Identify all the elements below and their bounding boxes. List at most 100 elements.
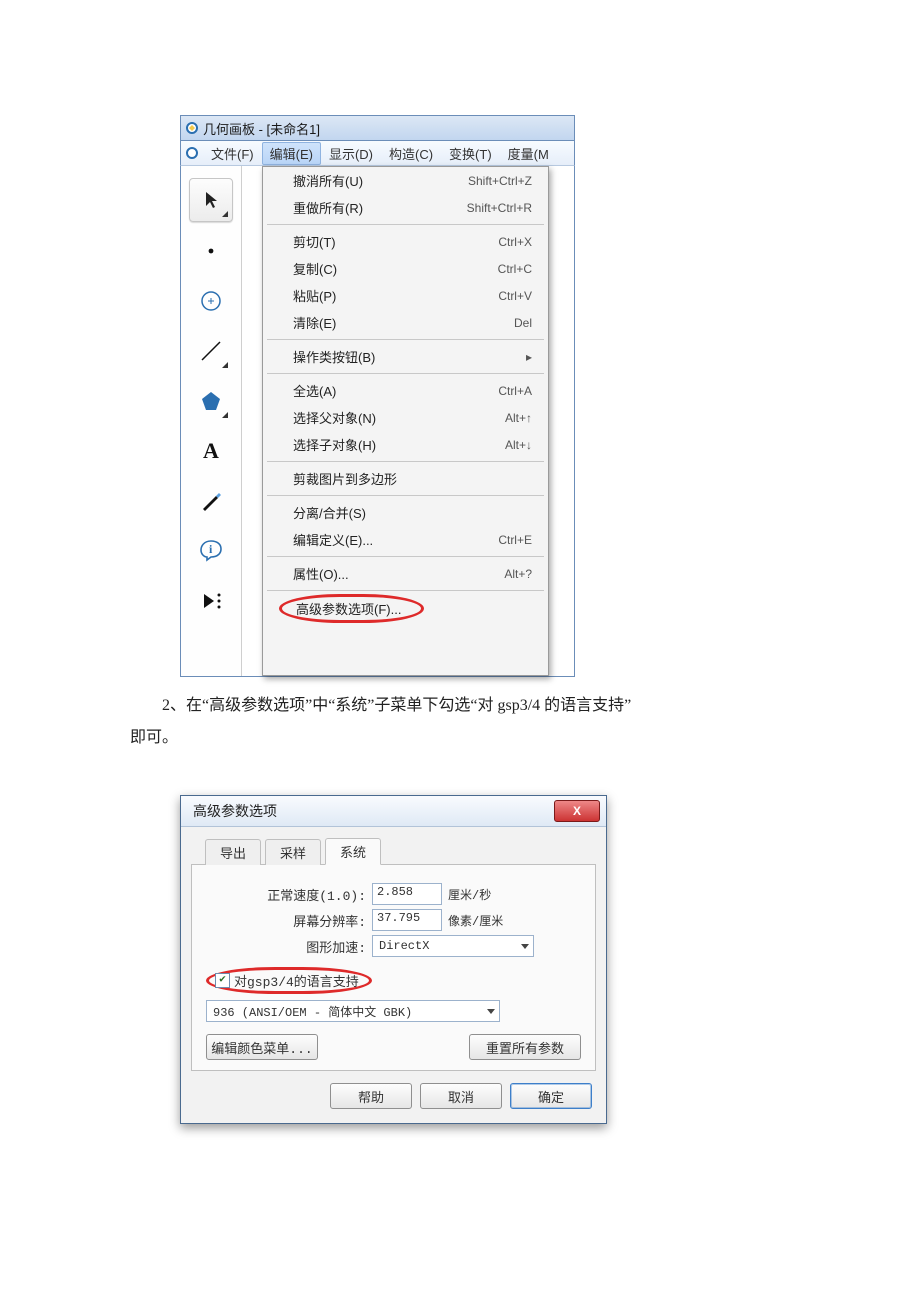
reset-button[interactable]: 重置所有参数	[469, 1034, 581, 1060]
toolbar: A i	[181, 166, 242, 676]
help-button[interactable]: 帮助	[330, 1083, 412, 1109]
cancel-button[interactable]: 取消	[420, 1083, 502, 1109]
res-input[interactable]: 37.795	[372, 909, 442, 931]
menu-crop-image[interactable]: 剪裁图片到多边形	[263, 465, 548, 492]
menu-item-label: 撤消所有(U)	[293, 171, 363, 190]
menu-file[interactable]: 文件(F)	[203, 142, 262, 165]
menu-clear[interactable]: 清除(E) Del	[263, 309, 548, 336]
svg-text:i: i	[209, 542, 213, 556]
tab-system-body: 正常速度(1.0): 2.858 厘米/秒 屏幕分辨率: 37.795 像素/厘…	[191, 865, 596, 1071]
menu-item-label: 选择父对象(N)	[293, 408, 376, 427]
menu-item-label: 粘贴(P)	[293, 286, 336, 305]
menu-redo-all[interactable]: 重做所有(R) Shift+Ctrl+R	[263, 194, 548, 221]
speed-label: 正常速度(1.0):	[206, 885, 366, 904]
highlight-ellipse-icon: 高级参数选项(F)...	[279, 594, 424, 623]
menu-item-label: 操作类按钮(B)	[293, 347, 375, 366]
menu-transform[interactable]: 变换(T)	[441, 142, 500, 165]
chevron-down-icon	[487, 1009, 495, 1014]
menu-separator	[267, 495, 544, 496]
menu-item-label: 复制(C)	[293, 259, 337, 278]
doc-icon	[185, 146, 199, 160]
workarea: A i	[180, 166, 575, 677]
menu-separator	[267, 339, 544, 340]
window-titlebar: 几何画板 - [未命名1]	[180, 115, 575, 141]
dialog-title: 高级参数选项	[193, 801, 277, 821]
menu-item-shortcut: Alt+↓	[505, 438, 532, 452]
tool-circle[interactable]	[190, 280, 232, 322]
menu-separate-merge[interactable]: 分离/合并(S)	[263, 499, 548, 526]
tool-text[interactable]: A	[190, 430, 232, 472]
tool-marker[interactable]	[190, 480, 232, 522]
tool-info[interactable]: i	[190, 530, 232, 572]
tab-sample[interactable]: 采样	[265, 839, 321, 865]
menu-select-parent[interactable]: 选择父对象(N) Alt+↑	[263, 404, 548, 431]
menu-cut[interactable]: 剪切(T) Ctrl+X	[263, 228, 548, 255]
tab-export[interactable]: 导出	[205, 839, 261, 865]
menu-separator	[267, 224, 544, 225]
menu-separator	[267, 461, 544, 462]
menu-item-label: 剪切(T)	[293, 232, 336, 251]
menu-select-all[interactable]: 全选(A) Ctrl+A	[263, 377, 548, 404]
tool-polygon[interactable]	[190, 380, 232, 422]
speed-input[interactable]: 2.858	[372, 883, 442, 905]
flyout-icon	[222, 211, 228, 217]
menu-separator	[267, 556, 544, 557]
menu-display[interactable]: 显示(D)	[321, 142, 381, 165]
instruction-text: 2、在“高级参数选项”中“系统”子菜单下勾选“对 gsp3/4 的语言支持” 即…	[130, 690, 790, 754]
menu-item-shortcut: Alt+↑	[505, 411, 532, 425]
instruction-line1: 2、在“高级参数选项”中“系统”子菜单下勾选“对 gsp3/4 的语言支持”	[162, 697, 631, 714]
accel-label: 图形加速:	[206, 937, 366, 956]
menu-item-label: 分离/合并(S)	[293, 503, 366, 522]
menu-separator	[267, 590, 544, 591]
dialog-footer: 帮助 取消 确定	[181, 1071, 606, 1123]
field-accel: 图形加速: DirectX	[206, 935, 581, 957]
speed-unit: 厘米/秒	[448, 886, 491, 903]
menu-advanced-prefs[interactable]: 高级参数选项(F)...	[263, 594, 548, 629]
menu-copy[interactable]: 复制(C) Ctrl+C	[263, 255, 548, 282]
menu-item-shortcut: Shift+Ctrl+R	[467, 201, 532, 215]
menu-item-shortcut: Ctrl+V	[498, 289, 532, 303]
menu-item-shortcut: Alt+?	[504, 567, 532, 581]
tool-custom[interactable]	[190, 580, 232, 622]
tool-point[interactable]	[190, 230, 232, 272]
close-icon: X	[573, 804, 581, 818]
menu-item-shortcut: Del	[514, 316, 532, 330]
menu-item-label: 重做所有(R)	[293, 198, 363, 217]
menu-undo-all[interactable]: 撤消所有(U) Shift+Ctrl+Z	[263, 167, 548, 194]
screenshot-dialog: 高级参数选项 X 导出 采样 系统 正常速度(1.0): 2.858 厘米/秒 …	[180, 795, 607, 1124]
menu-construct[interactable]: 构造(C)	[381, 142, 441, 165]
dialog-titlebar: 高级参数选项 X	[181, 796, 606, 827]
checkbox-gsp-support[interactable]: ✔ 对gsp3/4的语言支持	[206, 967, 581, 994]
accel-combo[interactable]: DirectX	[372, 935, 534, 957]
menu-item-shortcut: Ctrl+A	[498, 384, 532, 398]
tool-select[interactable]	[189, 178, 233, 222]
checkbox-icon[interactable]: ✔	[215, 973, 230, 988]
screenshot-menu: 几何画板 - [未命名1] 文件(F) 编辑(E) 显示(D) 构造(C) 变换…	[180, 115, 575, 675]
close-button[interactable]: X	[554, 800, 600, 822]
encoding-combo[interactable]: 936 (ANSI/OEM - 简体中文 GBK)	[206, 1000, 500, 1022]
menu-measure[interactable]: 度量(M	[500, 142, 557, 165]
menu-item-shortcut: Ctrl+C	[498, 262, 532, 276]
menu-action-buttons[interactable]: 操作类按钮(B) ▸	[263, 343, 548, 370]
svg-text:A: A	[203, 438, 219, 463]
chevron-down-icon	[521, 944, 529, 949]
tab-system[interactable]: 系统	[325, 838, 381, 865]
accel-value: DirectX	[379, 939, 429, 953]
dialog-tabs: 导出 采样 系统	[191, 827, 596, 865]
menu-item-shortcut: Ctrl+X	[498, 235, 532, 249]
res-unit: 像素/厘米	[448, 912, 503, 929]
menu-edit-definition[interactable]: 编辑定义(E)... Ctrl+E	[263, 526, 548, 553]
menu-edit[interactable]: 编辑(E)	[262, 142, 321, 165]
ok-button[interactable]: 确定	[510, 1083, 592, 1109]
menu-select-child[interactable]: 选择子对象(H) Alt+↓	[263, 431, 548, 458]
menu-properties[interactable]: 属性(O)... Alt+?	[263, 560, 548, 587]
res-label: 屏幕分辨率:	[206, 911, 366, 930]
flyout-icon	[222, 412, 228, 418]
menu-paste[interactable]: 粘贴(P) Ctrl+V	[263, 282, 548, 309]
tab-body-buttons: 编辑颜色菜单... 重置所有参数	[206, 1034, 581, 1060]
edit-colors-button[interactable]: 编辑颜色菜单...	[206, 1034, 318, 1060]
menu-separator	[267, 373, 544, 374]
menu-item-label: 属性(O)...	[293, 564, 349, 583]
tool-line[interactable]	[190, 330, 232, 372]
menu-item-label: 清除(E)	[293, 313, 336, 332]
